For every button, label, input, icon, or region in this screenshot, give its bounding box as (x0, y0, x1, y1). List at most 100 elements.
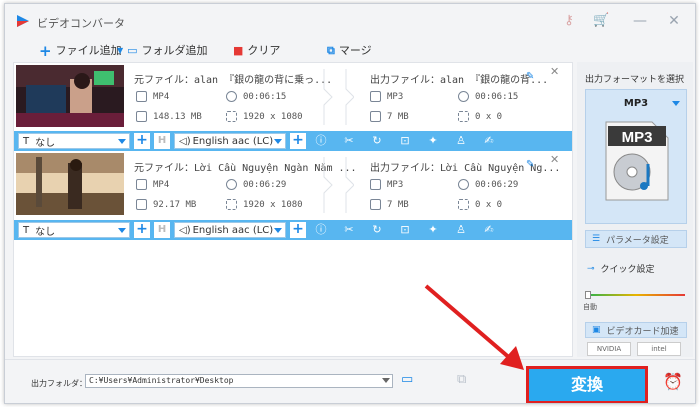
crop-icon[interactable]: ⊡ (398, 223, 412, 237)
folder-open-icon[interactable]: ▭ (401, 372, 413, 387)
mp3-icon-label: MP3 (622, 129, 653, 146)
app-title: ビデオコンバータ (37, 17, 125, 30)
dropdown-icon: ▼ (117, 46, 124, 55)
remove-icon[interactable]: ✕ (550, 153, 559, 166)
resolution-icon (458, 111, 469, 122)
audio-select[interactable]: ◁) English aac (LC) (174, 133, 286, 149)
output-panel: 出力フォーマットを選択 MP3 MP3 ☰ パラメータ設定 ⊸ クイック設定 自動 … (577, 62, 693, 357)
output-size-value: 7 MB (387, 111, 409, 122)
clock-icon (458, 91, 469, 102)
chevron-down-icon (274, 228, 282, 233)
output-duration: 00:06:29 (458, 179, 518, 190)
convert-button[interactable]: 変換 (526, 366, 648, 403)
add-audio-button[interactable]: + (290, 133, 306, 149)
remove-icon[interactable]: ✕ (550, 65, 559, 78)
rotate-icon[interactable]: ↻ (370, 223, 384, 237)
close-button[interactable]: ✕ (665, 12, 683, 30)
output-format-value: MP3 (387, 91, 404, 102)
subtitle-select[interactable]: T なし (18, 133, 130, 149)
parameter-settings-button[interactable]: ☰ パラメータ設定 (585, 230, 687, 248)
gpu-acceleration[interactable]: ▣ ビデオカード加速 (585, 322, 687, 338)
params-label: パラメータ設定 (606, 235, 669, 246)
chevron-down-icon (672, 101, 680, 106)
crop-icon[interactable]: ⊡ (398, 134, 412, 148)
format-icon (370, 91, 381, 102)
video-thumbnail[interactable] (16, 153, 124, 215)
info-icon[interactable]: ⓘ (314, 134, 328, 148)
resolution-icon (458, 199, 469, 210)
format-icon (136, 179, 147, 190)
edit-icon[interactable]: ✍ (482, 223, 496, 237)
add-audio-button[interactable]: + (290, 222, 306, 238)
source-size: 92.17 MB (136, 199, 196, 210)
source-duration: 00:06:15 (226, 91, 286, 102)
plus-icon: + (39, 42, 52, 60)
audio-value: English aac (LC) (192, 135, 274, 147)
edit-icon[interactable]: ✍ (482, 134, 496, 148)
watermark-icon[interactable]: ♙ (454, 223, 468, 237)
nvidia-badge[interactable]: NVIDIA (587, 342, 631, 356)
text-icon: T (23, 224, 30, 236)
output-format-value: MP3 (387, 179, 404, 190)
audio-select[interactable]: ◁) English aac (LC) (174, 222, 286, 238)
add-subtitle-button[interactable]: + (134, 222, 150, 238)
source-resolution: 1920 x 1080 (226, 111, 303, 122)
subtitle-value: なし (35, 137, 56, 149)
folder-icon (136, 111, 147, 122)
minimize-button[interactable]: — (631, 12, 649, 30)
output-size: 7 MB (370, 199, 409, 210)
format-name: MP3 (623, 98, 649, 109)
info-icon[interactable]: ⓘ (314, 223, 328, 237)
hearing-icon[interactable]: H (154, 222, 170, 238)
add-file-button[interactable]: + ファイル追加 (39, 43, 122, 59)
format-selector[interactable]: MP3 MP3 (585, 89, 687, 224)
quality-slider[interactable] (587, 294, 685, 296)
audio-value: English aac (LC) (192, 224, 274, 236)
chevron-down-icon (274, 139, 282, 144)
edit-icon[interactable]: ✎ (526, 71, 534, 82)
resolution-icon (226, 199, 237, 210)
settings-icon: ☰ (592, 234, 601, 244)
merge-icon: ⧉ (327, 44, 335, 57)
subtitle-select[interactable]: T なし (18, 222, 130, 238)
effect-icon[interactable]: ✦ (426, 223, 440, 237)
add-folder-button[interactable]: ▼ ▭ フォルダ追加 (117, 43, 208, 59)
output-duration: 00:06:15 (458, 91, 518, 102)
format-icon (370, 179, 381, 190)
source-file-label: 元ファイル：alan 『銀の龍の背に乗っ... (134, 75, 333, 86)
clock-icon (458, 179, 469, 190)
folder-icon: ▭ (127, 44, 138, 57)
add-subtitle-button[interactable]: + (134, 133, 150, 149)
main-toolbar: + ファイル追加 ▼ ▭ フォルダ追加 ■ クリア ⧉ マージ (5, 37, 695, 65)
speaker-icon: ◁) (179, 135, 191, 147)
edit-icon[interactable]: ✎ (526, 159, 534, 170)
slider-handle[interactable] (585, 291, 591, 299)
chip-icon: ▣ (592, 325, 601, 335)
merge-button[interactable]: ⧉ マージ (327, 43, 372, 59)
chevron-down-icon (382, 378, 390, 383)
output-duration-value: 00:06:29 (475, 179, 519, 190)
clear-button[interactable]: ■ クリア (233, 43, 280, 59)
cut-icon[interactable]: ✂ (342, 134, 356, 148)
source-size: 148.13 MB (136, 111, 202, 122)
list-item[interactable]: 元ファイル：alan 『銀の龍の背に乗っ... MP4 00:06:15 148… (14, 63, 572, 129)
video-thumbnail[interactable] (16, 65, 124, 127)
key-icon[interactable]: ⚷ (561, 13, 577, 29)
slider-icon: ⊸ (587, 263, 595, 274)
hearing-icon[interactable]: H (154, 133, 170, 149)
clock-icon (226, 179, 237, 190)
list-item[interactable]: 元ファイル：Lời Cầu Nguyện Ngàn Năm ... MP4 00… (14, 151, 572, 217)
select-format-label: 出力フォーマットを選択 (585, 75, 685, 85)
output-size-value: 7 MB (387, 199, 409, 210)
alarm-clock-icon[interactable]: ⏰ (663, 372, 683, 391)
intel-badge[interactable]: intel (637, 342, 681, 356)
cut-icon[interactable]: ✂ (342, 223, 356, 237)
format-icon (136, 91, 147, 102)
output-folder-field[interactable]: C:¥Users¥Administrator¥Desktop (85, 374, 393, 388)
quick-settings[interactable]: ⊸ クイック設定 (587, 262, 655, 276)
rotate-icon[interactable]: ↻ (370, 134, 384, 148)
watermark-icon[interactable]: ♙ (454, 134, 468, 148)
cart-icon[interactable]: 🛒 (593, 13, 609, 29)
item-toolbar: T なし + H ◁) English aac (LC) + ⓘ ✂ ↻ ⊡ ✦ ♙… (14, 220, 572, 240)
effect-icon[interactable]: ✦ (426, 134, 440, 148)
